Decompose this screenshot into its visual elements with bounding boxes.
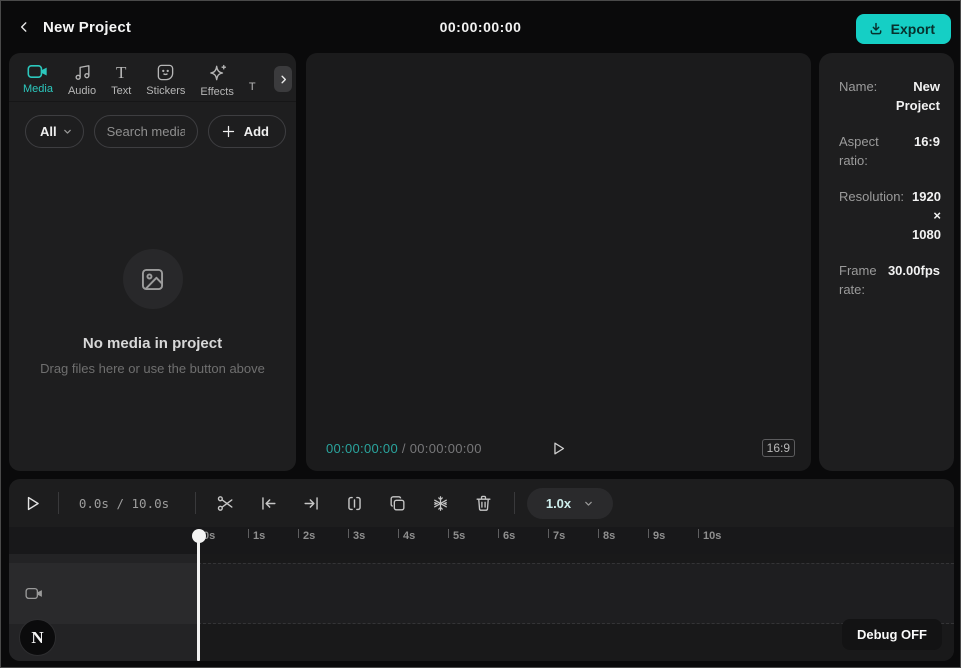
freeze-frame-icon[interactable] <box>425 488 455 518</box>
timeline-ruler[interactable]: 0s 1s 2s 3s 4s 5s 6s 7s 8s 9s 10s <box>9 527 954 554</box>
properties-panel: Name: New Project Aspect ratio: 16:9 Res… <box>819 53 954 471</box>
timeline-time-display: 0.0s / 10.0s <box>59 496 189 511</box>
playback-speed-dropdown[interactable]: 1.0x <box>527 488 613 519</box>
tab-text[interactable]: T Text <box>111 63 131 93</box>
property-value: New Project <box>885 77 940 115</box>
video-track-lane[interactable] <box>198 563 954 624</box>
master-timecode: 00:00:00:00 <box>1 1 960 53</box>
top-bar: New Project 00:00:00:00 Export <box>1 1 960 53</box>
playhead-handle[interactable] <box>192 529 206 543</box>
chevron-down-icon <box>583 498 594 509</box>
tab-effects[interactable]: Effects <box>200 63 233 93</box>
playhead-line <box>197 533 200 661</box>
tabs-scroll-right-icon[interactable] <box>274 66 292 92</box>
property-row-name: Name: New Project <box>839 77 940 115</box>
video-camera-icon <box>27 63 48 80</box>
cut-icon[interactable] <box>210 488 240 518</box>
app-logo: N <box>19 619 56 656</box>
image-icon <box>139 266 166 293</box>
property-row-aspect-ratio: Aspect ratio: 16:9 <box>839 132 940 170</box>
preview-panel: 00:00:00:00 / 00:00:00:00 16:9 <box>306 53 811 471</box>
play-icon <box>550 440 567 457</box>
property-row-resolution: Resolution: 1920 × 1080 <box>839 187 940 244</box>
video-track-header <box>9 563 198 624</box>
tab-label: Audio <box>68 85 96 97</box>
empty-title: No media in project <box>83 335 222 352</box>
jump-to-end-icon[interactable] <box>296 488 326 518</box>
image-icon-circle <box>123 249 183 309</box>
tab-transitions-clipped[interactable]: T <box>249 63 256 93</box>
app-window: New Project 00:00:00:00 Export Media Aud… <box>0 0 961 668</box>
chevron-down-icon <box>62 126 73 137</box>
speed-value: 1.0x <box>546 496 571 511</box>
sparkle-icon <box>207 63 228 83</box>
playhead[interactable] <box>191 529 206 661</box>
delete-icon[interactable] <box>468 488 498 518</box>
track-region: N Debug OFF <box>9 554 954 661</box>
export-button[interactable]: Export <box>856 14 951 44</box>
tab-label: Stickers <box>146 85 185 97</box>
timeline-toolbar: 0.0s / 10.0s <box>9 479 954 527</box>
media-tab-strip: Media Audio T Text Stickers <box>9 53 296 102</box>
search-input[interactable] <box>107 124 185 139</box>
download-icon <box>868 21 884 37</box>
aspect-ratio-badge[interactable]: 16:9 <box>762 439 795 457</box>
property-value: 1920 × 1080 <box>912 187 941 244</box>
property-label: Aspect ratio: <box>839 132 906 170</box>
media-controls-row: All Add <box>9 102 296 148</box>
timeline-tools <box>210 488 498 518</box>
tab-label: Media <box>23 83 53 95</box>
preview-controls: 00:00:00:00 / 00:00:00:00 16:9 <box>306 431 811 465</box>
split-icon[interactable] <box>339 488 369 518</box>
filter-label: All <box>40 124 57 139</box>
timeline-play-button[interactable] <box>23 494 42 513</box>
plus-icon <box>221 124 236 139</box>
tab-media[interactable]: Media <box>23 63 53 93</box>
tab-audio[interactable]: Audio <box>68 63 96 93</box>
tab-stickers[interactable]: Stickers <box>146 63 185 93</box>
export-label: Export <box>891 21 935 37</box>
add-label: Add <box>244 124 269 139</box>
preview-play-button[interactable] <box>306 440 811 457</box>
tab-label: Text <box>111 85 131 97</box>
search-field <box>94 115 198 148</box>
add-media-button[interactable]: Add <box>208 115 286 148</box>
empty-subtitle: Drag files here or use the button above <box>40 361 265 376</box>
property-value: 30.00fps <box>888 261 940 299</box>
property-label: Resolution: <box>839 187 904 244</box>
divider <box>195 492 196 514</box>
empty-media-state: No media in project Drag files here or u… <box>9 249 296 376</box>
filter-dropdown[interactable]: All <box>25 115 84 148</box>
tab-label: T <box>249 81 256 93</box>
property-row-frame-rate: Frame rate: 30.00fps <box>839 261 940 299</box>
video-camera-icon <box>25 586 43 601</box>
property-value: 16:9 <box>914 132 940 170</box>
divider <box>514 492 515 514</box>
property-label: Frame rate: <box>839 261 880 299</box>
debug-toggle-button[interactable]: Debug OFF <box>842 619 942 650</box>
jump-to-start-icon[interactable] <box>253 488 283 518</box>
timeline-panel: 0.0s / 10.0s <box>9 479 954 661</box>
text-icon: T <box>116 63 126 82</box>
duplicate-icon[interactable] <box>382 488 412 518</box>
tab-label: Effects <box>200 86 233 98</box>
play-icon <box>23 494 42 513</box>
music-note-icon <box>73 63 92 82</box>
media-panel: Media Audio T Text Stickers <box>9 53 296 471</box>
sticker-icon <box>156 63 175 82</box>
property-label: Name: <box>839 77 877 115</box>
